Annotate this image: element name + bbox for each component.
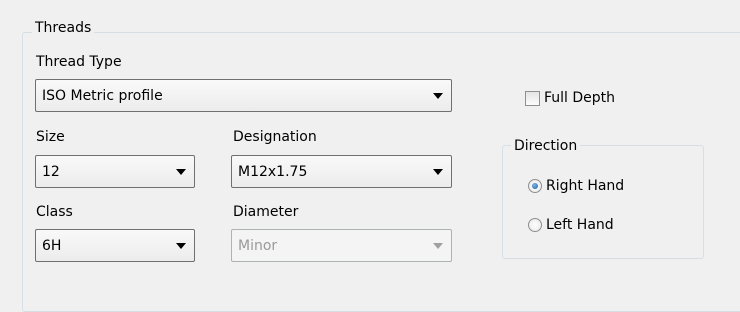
- left-hand-label: Left Hand: [546, 217, 614, 233]
- designation-label: Designation: [233, 129, 317, 145]
- diameter-label: Diameter: [233, 204, 299, 220]
- size-dropdown[interactable]: 12: [35, 155, 195, 188]
- direction-group-title: Direction: [511, 137, 581, 155]
- right-hand-radio[interactable]: Right Hand: [528, 177, 624, 195]
- size-label: Size: [36, 129, 65, 145]
- designation-value: M12x1.75: [238, 164, 308, 180]
- chevron-down-icon: [433, 243, 443, 249]
- left-hand-radio[interactable]: Left Hand: [528, 216, 614, 234]
- diameter-value: Minor: [238, 238, 278, 254]
- radio-selected-icon: [528, 179, 542, 193]
- checkbox-icon: [525, 90, 540, 106]
- threads-group-title: Threads: [32, 19, 95, 37]
- designation-dropdown[interactable]: M12x1.75: [231, 155, 452, 188]
- chevron-down-icon: [433, 93, 443, 99]
- radio-unselected-icon: [528, 218, 542, 232]
- full-depth-label: Full Depth: [544, 90, 616, 106]
- thread-type-label: Thread Type: [36, 54, 122, 70]
- size-value: 12: [42, 164, 60, 180]
- chevron-down-icon: [176, 169, 186, 175]
- class-label: Class: [36, 204, 73, 220]
- class-value: 6H: [42, 238, 62, 254]
- class-dropdown[interactable]: 6H: [35, 229, 195, 262]
- full-depth-checkbox[interactable]: Full Depth: [525, 89, 615, 107]
- diameter-dropdown: Minor: [231, 229, 452, 262]
- direction-groupbox: [502, 145, 704, 259]
- chevron-down-icon: [433, 169, 443, 175]
- right-hand-label: Right Hand: [546, 178, 625, 194]
- chevron-down-icon: [176, 243, 186, 249]
- thread-type-dropdown[interactable]: ISO Metric profile: [35, 79, 452, 112]
- thread-type-value: ISO Metric profile: [42, 88, 163, 104]
